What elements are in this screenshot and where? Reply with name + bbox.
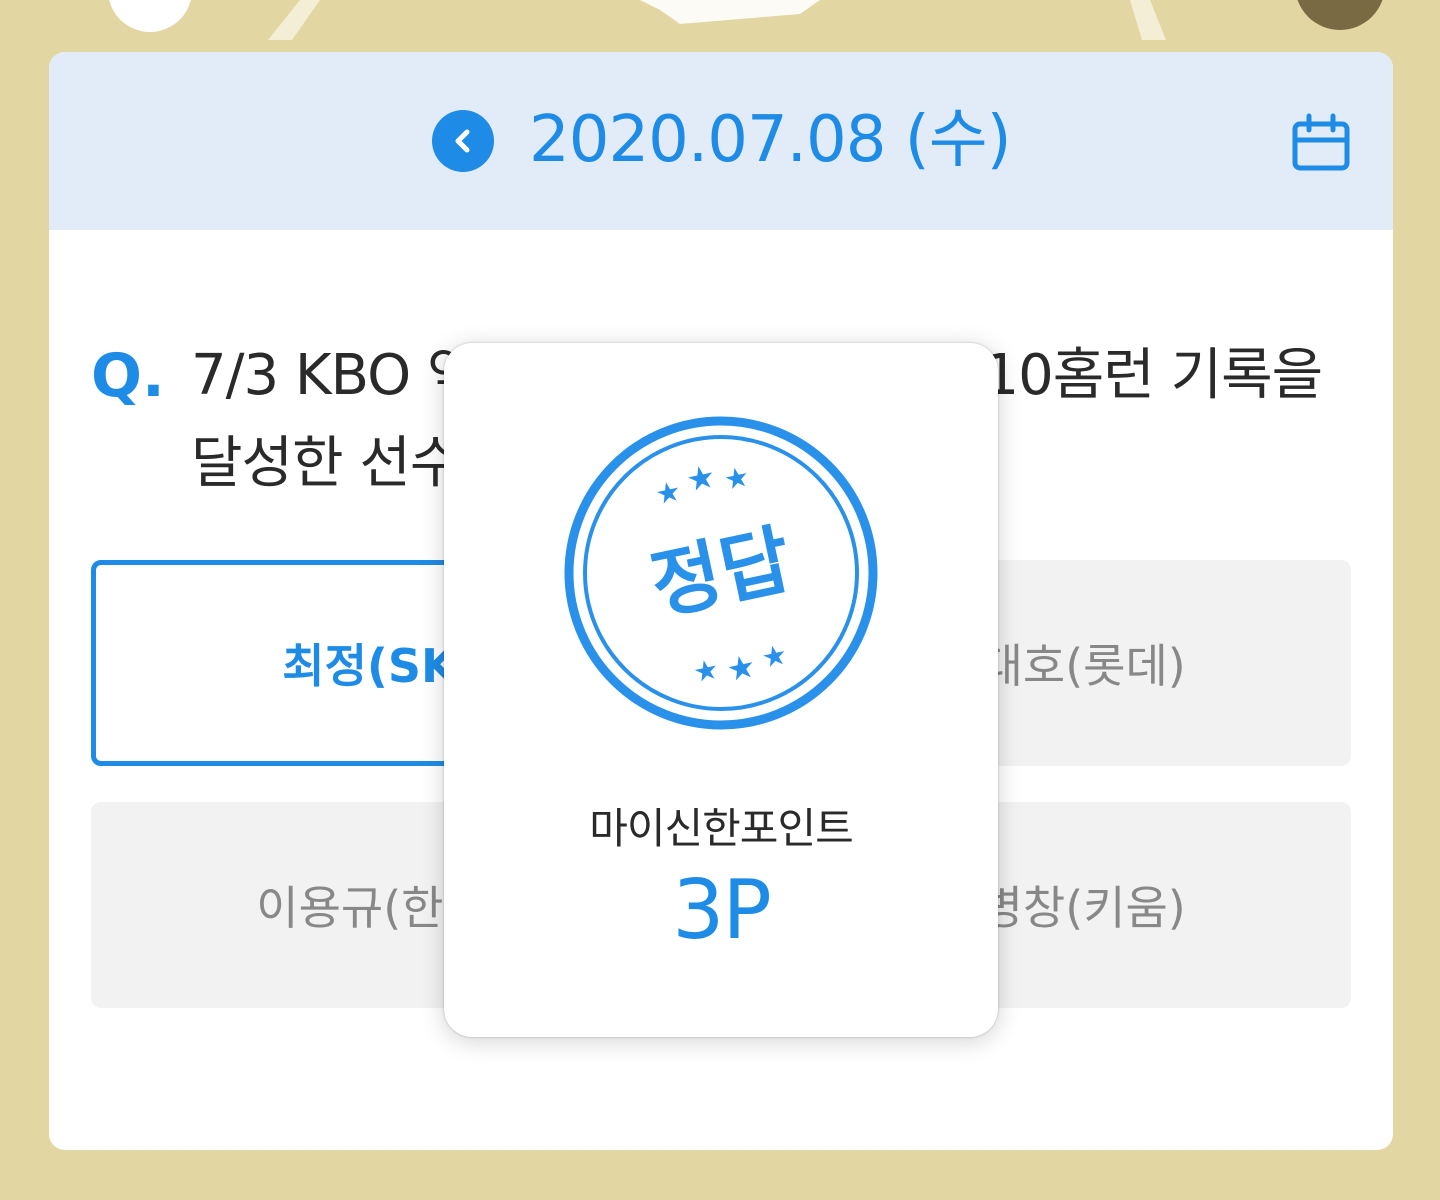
reward-points: 3P bbox=[672, 863, 772, 958]
stamp-text: 정답 bbox=[643, 514, 798, 630]
quiz-page: 2020.07.08 (수) Q. 7/3 KBO 역대 세번째 4타석 연속 … bbox=[0, 0, 1440, 1200]
calendar-button[interactable] bbox=[1289, 112, 1353, 176]
svg-text:★: ★ bbox=[721, 459, 752, 496]
svg-text:★: ★ bbox=[723, 646, 759, 689]
previous-date-button[interactable] bbox=[432, 110, 494, 172]
svg-text:★: ★ bbox=[759, 637, 790, 674]
correct-stamp-icon: ★ ★ ★ ★ ★ ★ 정답 bbox=[564, 416, 878, 730]
correct-answer-popup: ★ ★ ★ ★ ★ ★ 정답 마이신한포인트 3P bbox=[444, 343, 998, 1037]
question-marker: Q. bbox=[91, 341, 165, 411]
current-date: 2020.07.08 (수) bbox=[529, 103, 1012, 177]
svg-text:★: ★ bbox=[683, 457, 719, 500]
svg-text:★: ★ bbox=[690, 652, 721, 689]
date-header: 2020.07.08 (수) bbox=[49, 52, 1393, 230]
field-decoration bbox=[109, 0, 1383, 40]
reward-label: 마이신한포인트 bbox=[589, 804, 853, 853]
calendar-icon bbox=[1292, 113, 1350, 171]
chevron-left-icon bbox=[455, 129, 470, 153]
svg-text:★: ★ bbox=[652, 474, 683, 511]
